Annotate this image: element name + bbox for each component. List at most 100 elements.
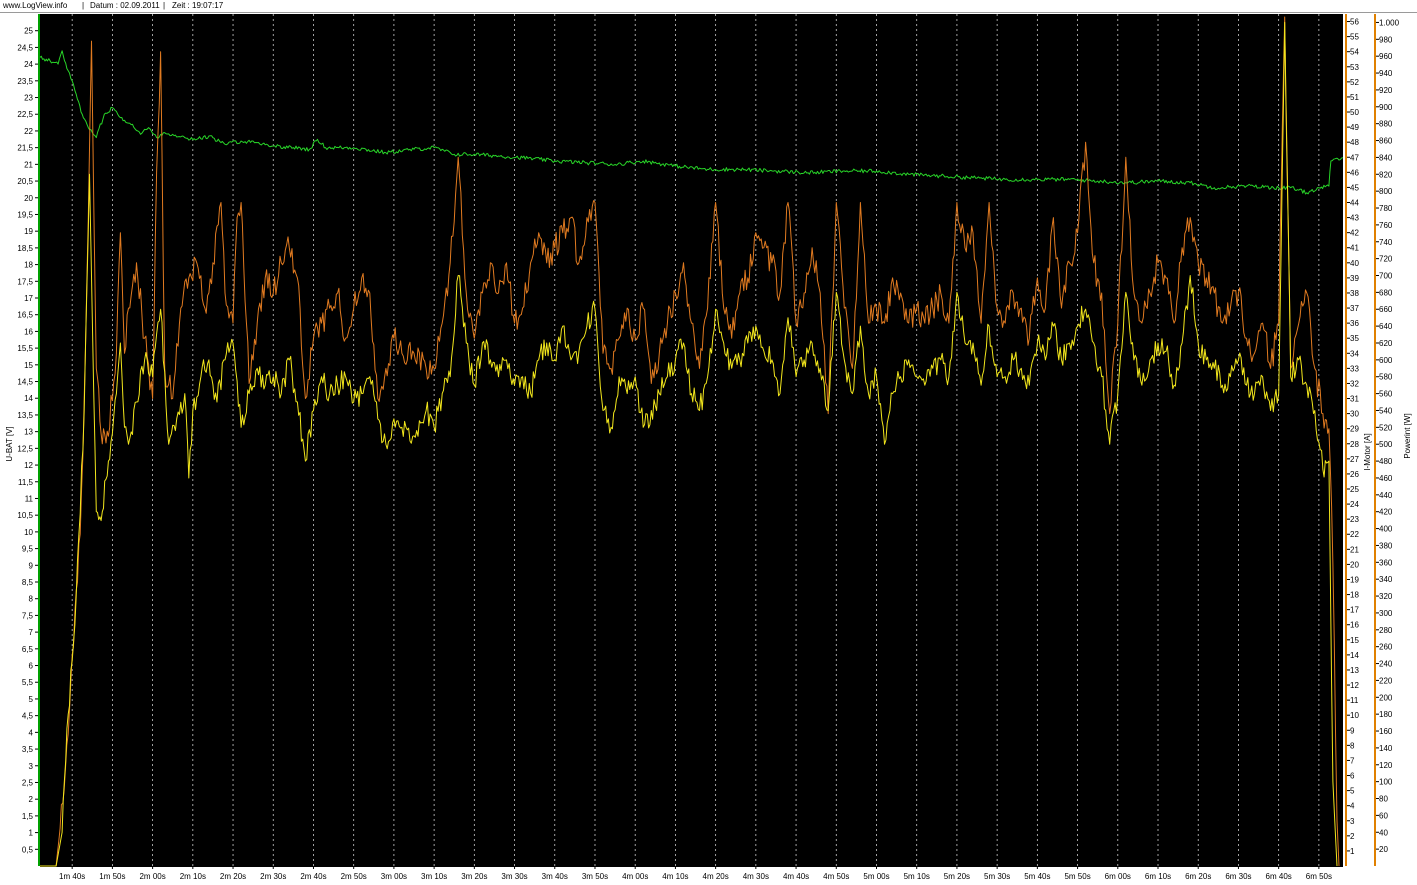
y-tick-label: 40 xyxy=(1379,828,1388,837)
y-tick-label: 34 xyxy=(1350,349,1359,358)
y-tick-label: 17,5 xyxy=(17,277,33,286)
y-tick-label: 820 xyxy=(1379,170,1393,179)
y-tick-label: 28 xyxy=(1350,440,1359,449)
y-tick-label: 16,5 xyxy=(17,311,33,320)
y-tick-label: 50 xyxy=(1350,108,1359,117)
x-tick-label: 6m 30s xyxy=(1225,872,1251,881)
y-tick-label: 7 xyxy=(29,628,34,637)
y-tick-label: 740 xyxy=(1379,238,1393,247)
y-tick-label: 260 xyxy=(1379,643,1393,652)
y-axis-label: Powerint [W] xyxy=(1403,413,1412,458)
y-tick-label: 14 xyxy=(24,394,33,403)
x-tick-label: 6m 50s xyxy=(1306,872,1332,881)
x-tick-label: 4m 20s xyxy=(703,872,729,881)
y-tick-label: 41 xyxy=(1350,244,1359,253)
y-tick-label: 880 xyxy=(1379,120,1393,129)
y-tick-label: 39 xyxy=(1350,274,1359,283)
y-tick-label: 33 xyxy=(1350,364,1359,373)
y-tick-label: 32 xyxy=(1350,379,1359,388)
y-tick-label: 160 xyxy=(1379,727,1393,736)
y-tick-label: 12,5 xyxy=(17,444,33,453)
y-tick-label: 13,5 xyxy=(17,411,33,420)
x-tick-label: 5m 00s xyxy=(863,872,889,881)
y-tick-label: 7 xyxy=(1350,756,1355,765)
y-tick-label: 56 xyxy=(1350,18,1359,27)
y-tick-label: 540 xyxy=(1379,406,1393,415)
y-tick-label: 840 xyxy=(1379,153,1393,162)
y-tick-label: 24 xyxy=(24,60,33,69)
y-tick-label: 16 xyxy=(1350,621,1359,630)
y-tick-label: 36 xyxy=(1350,319,1359,328)
x-tick-label: 5m 50s xyxy=(1064,872,1090,881)
y-tick-label: 5 xyxy=(1350,787,1355,796)
y-tick-label: 460 xyxy=(1379,474,1393,483)
y-tick-label: 960 xyxy=(1379,52,1393,61)
x-tick-label: 5m 20s xyxy=(944,872,970,881)
y-tick-label: 7,5 xyxy=(22,611,34,620)
y-tick-label: 20 xyxy=(24,194,33,203)
y-tick-label: 18 xyxy=(24,261,33,270)
x-tick-label: 5m 10s xyxy=(904,872,930,881)
y-tick-label: 30 xyxy=(1350,410,1359,419)
y-tick-label: 100 xyxy=(1379,778,1393,787)
x-tick-label: 2m 40s xyxy=(300,872,326,881)
y-tick-label: 0,5 xyxy=(22,845,34,854)
y-tick-label: 10,5 xyxy=(17,511,33,520)
y-tick-label: 9 xyxy=(1350,726,1355,735)
y-tick-label: 320 xyxy=(1379,592,1393,601)
y-tick-label: 51 xyxy=(1350,93,1359,102)
y-tick-label: 300 xyxy=(1379,609,1393,618)
x-tick-label: 2m 30s xyxy=(260,872,286,881)
y-tick-label: 920 xyxy=(1379,86,1393,95)
y-tick-label: 220 xyxy=(1379,676,1393,685)
y-tick-label: 4 xyxy=(1350,802,1355,811)
y-tick-label: 560 xyxy=(1379,390,1393,399)
x-tick-label: 3m 00s xyxy=(381,872,407,881)
x-tick-label: 6m 00s xyxy=(1105,872,1131,881)
y-tick-label: 800 xyxy=(1379,187,1393,196)
y-tick-label: 940 xyxy=(1379,69,1393,78)
y-tick-label: 60 xyxy=(1379,811,1388,820)
x-tick-label: 6m 10s xyxy=(1145,872,1171,881)
y-tick-label: 21,5 xyxy=(17,144,33,153)
y-tick-label: 13 xyxy=(1350,666,1359,675)
y-tick-label: 13 xyxy=(24,428,33,437)
y-tick-label: 23,5 xyxy=(17,77,33,86)
y-tick-label: 720 xyxy=(1379,255,1393,264)
y-tick-label: 52 xyxy=(1350,78,1359,87)
y-tick-label: 5,5 xyxy=(22,678,34,687)
x-tick-label: 6m 20s xyxy=(1185,872,1211,881)
y-tick-label: 860 xyxy=(1379,137,1393,146)
y-tick-label: 6 xyxy=(1350,772,1355,781)
y-tick-label: 27 xyxy=(1350,455,1359,464)
y-tick-label: 37 xyxy=(1350,304,1359,313)
y-tick-label: 25 xyxy=(24,27,33,36)
y-tick-label: 38 xyxy=(1350,289,1359,298)
y-tick-label: 3 xyxy=(29,762,34,771)
x-tick-label: 1m 50s xyxy=(99,872,125,881)
y-tick-label: 54 xyxy=(1350,48,1359,57)
y-tick-label: 19 xyxy=(1350,575,1359,584)
y-tick-label: 23 xyxy=(1350,515,1359,524)
y-tick-label: 1 xyxy=(1350,847,1355,856)
y-tick-label: 29 xyxy=(1350,425,1359,434)
y-tick-label: 47 xyxy=(1350,153,1359,162)
y-tick-label: 19 xyxy=(24,227,33,236)
y-tick-label: 42 xyxy=(1350,229,1359,238)
y-tick-label: 55 xyxy=(1350,33,1359,42)
y-tick-label: 3 xyxy=(1350,817,1355,826)
y-tick-label: 8 xyxy=(1350,741,1355,750)
plot-area xyxy=(40,14,1343,866)
y-tick-label: 2,5 xyxy=(22,778,34,787)
y-tick-label: 8,5 xyxy=(22,578,34,587)
x-tick-label: 3m 10s xyxy=(421,872,447,881)
y-tick-label: 11 xyxy=(1350,696,1359,705)
y-tick-label: 280 xyxy=(1379,626,1393,635)
y-tick-label: 240 xyxy=(1379,660,1393,669)
y-tick-label: 780 xyxy=(1379,204,1393,213)
y-tick-label: 44 xyxy=(1350,198,1359,207)
x-tick-label: 6m 40s xyxy=(1266,872,1292,881)
y-tick-label: 15,5 xyxy=(17,344,33,353)
y-tick-label: 10 xyxy=(24,528,33,537)
y-tick-label: 21 xyxy=(1350,545,1359,554)
